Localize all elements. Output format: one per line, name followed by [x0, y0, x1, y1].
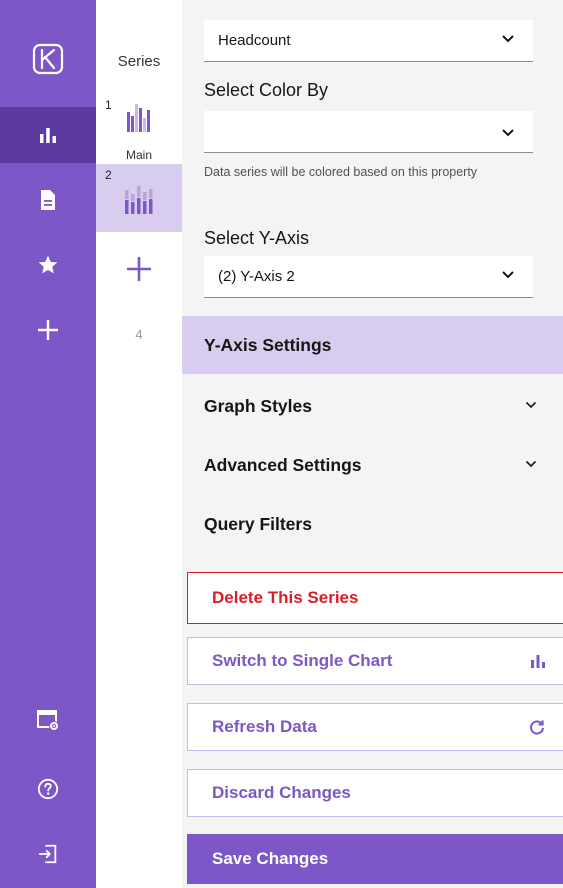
left-nav-rail [0, 0, 96, 888]
bar-chart-thumbnail-icon [127, 104, 150, 132]
bar-chart-icon [40, 128, 56, 143]
bar-chart-icon [531, 655, 545, 668]
section-label: Query Filters [204, 513, 312, 534]
chevron-down-icon [502, 35, 514, 43]
series-panel: Series 1 Main 2 4 [96, 0, 182, 888]
discard-changes-button[interactable]: Discard Changes [187, 769, 563, 817]
delete-series-button[interactable]: Delete This Series [187, 572, 563, 624]
switch-single-chart-button[interactable]: Switch to Single Chart [187, 637, 563, 685]
chevron-down-icon [502, 271, 514, 279]
section-label: Graph Styles [204, 395, 312, 416]
save-changes-button[interactable]: Save Changes [187, 834, 563, 884]
document-icon [41, 190, 55, 210]
help-icon [37, 778, 59, 800]
nav-reports[interactable] [0, 175, 96, 225]
series-title: Series [117, 53, 161, 70]
nav-favorites[interactable] [0, 240, 96, 290]
y-axis-label: Select Y-Axis [204, 228, 310, 248]
star-icon [38, 255, 58, 274]
series-item-1[interactable]: 1 Main [96, 98, 182, 164]
nav-help[interactable] [0, 764, 96, 814]
series-settings-panel: Headcount Select Color By Data series wi… [182, 0, 563, 888]
nav-dashboard-settings[interactable] [0, 695, 96, 745]
switch-single-chart-label: Switch to Single Chart [212, 651, 393, 670]
color-by-label: Select Color By [204, 80, 329, 100]
app-logo[interactable] [0, 34, 96, 84]
save-changes-label: Save Changes [212, 849, 329, 868]
refresh-data-label: Refresh Data [212, 717, 317, 736]
series-sublabel: Main [125, 148, 152, 162]
chevron-down-icon [525, 401, 537, 409]
delete-series-label: Delete This Series [212, 588, 359, 607]
color-by-select[interactable] [204, 111, 533, 153]
section-graph-styles[interactable]: Graph Styles [182, 377, 563, 435]
y-axis-select[interactable]: (2) Y-Axis 2 [204, 256, 533, 298]
section-query-filters[interactable]: Query Filters [182, 495, 563, 553]
chevron-down-icon [525, 460, 537, 468]
nav-charts[interactable] [0, 107, 96, 163]
logout-icon [38, 844, 57, 864]
add-series-button[interactable] [122, 252, 156, 286]
refresh-icon [530, 720, 544, 735]
discard-changes-label: Discard Changes [212, 783, 351, 802]
window-settings-icon [37, 710, 59, 731]
color-by-helper-text: Data series will be colored based on thi… [204, 165, 478, 179]
nav-logout[interactable] [0, 829, 96, 879]
section-y-axis-settings[interactable]: Y-Axis Settings [182, 316, 563, 374]
series-number: 1 [105, 98, 112, 112]
y-axis-select-value: (2) Y-Axis 2 [218, 268, 295, 285]
app-logo-icon [32, 43, 64, 75]
plus-icon [38, 320, 58, 340]
series-item-2[interactable]: 2 [96, 164, 182, 232]
section-advanced-settings[interactable]: Advanced Settings [182, 436, 563, 494]
section-label: Advanced Settings [204, 454, 362, 475]
plus-icon [127, 257, 151, 281]
section-label: Y-Axis Settings [204, 334, 332, 355]
refresh-data-button[interactable]: Refresh Data [187, 703, 563, 751]
series-number: 2 [105, 168, 112, 182]
metric-select[interactable]: Headcount [204, 20, 533, 62]
chevron-down-icon [502, 129, 514, 137]
metric-select-value: Headcount [218, 32, 291, 49]
bar-chart-thumbnail-icon [125, 186, 153, 214]
next-series-number: 4 [135, 327, 143, 342]
nav-add[interactable] [0, 305, 96, 355]
